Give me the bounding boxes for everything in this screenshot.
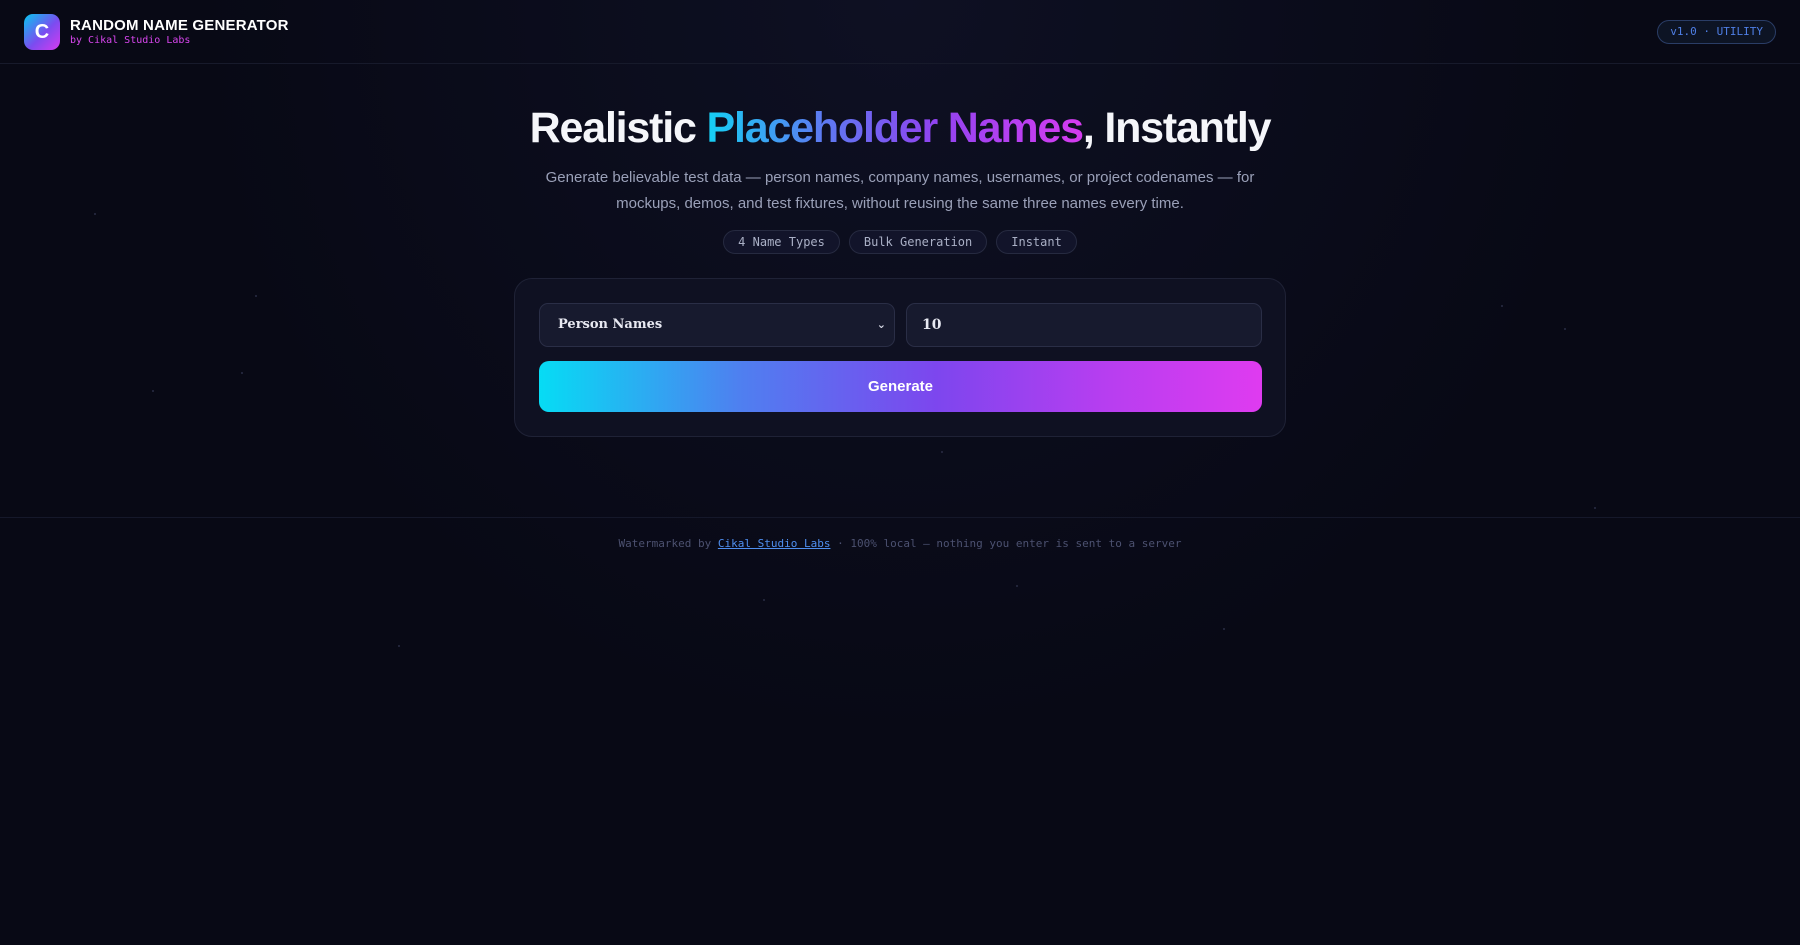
background-star	[398, 645, 400, 647]
chevron-down-icon: ⌄	[876, 318, 886, 331]
background-star	[241, 372, 243, 374]
background-star	[1016, 585, 1018, 587]
tag-instant: Instant	[996, 230, 1077, 254]
generator-card: Person Names ⌄ 10 Generate	[514, 278, 1286, 437]
footer-prefix: Watermarked by	[618, 537, 718, 550]
background-star	[763, 599, 765, 601]
top-header: C RANDOM NAME GENERATOR by Cikal Studio …	[0, 0, 1800, 64]
footer-divider	[0, 517, 1800, 518]
hero-title-highlight: Placeholder Names	[706, 104, 1084, 152]
app-logo: C	[24, 14, 60, 50]
background-star	[1501, 305, 1503, 307]
name-type-select-value: Person Names	[558, 317, 663, 332]
footer-suffix: · 100% local — nothing you enter is sent…	[830, 537, 1182, 550]
background-star	[1594, 507, 1596, 509]
footer: Watermarked by Cikal Studio Labs · 100% …	[0, 537, 1800, 550]
background-star	[1564, 328, 1566, 330]
name-type-select[interactable]: Person Names ⌄	[539, 303, 895, 347]
background-star	[94, 213, 96, 215]
version-badge: v1.0 · UTILITY	[1657, 20, 1776, 44]
hero-title: Realistic Placeholder Names, Instantly	[0, 104, 1800, 153]
hero-title-part1: Realistic	[529, 104, 707, 152]
app-subtitle: by Cikal Studio Labs	[70, 35, 191, 46]
page: C RANDOM NAME GENERATOR by Cikal Studio …	[0, 0, 1800, 945]
tag-name-types: 4 Name Types	[723, 230, 840, 254]
generate-button-label: Generate	[867, 378, 934, 395]
generate-button[interactable]: Generate	[539, 361, 1262, 412]
background-star	[152, 390, 154, 392]
count-input-value: 10	[922, 317, 942, 333]
background-star	[941, 451, 943, 453]
app-title: RANDOM NAME GENERATOR	[70, 17, 289, 34]
background-star	[255, 295, 257, 297]
feature-tags: 4 Name Types Bulk Generation Instant	[0, 230, 1800, 254]
count-input[interactable]: 10	[906, 303, 1262, 347]
background-star	[1223, 628, 1225, 630]
hero-title-part2: , Instantly	[1082, 104, 1272, 152]
tag-bulk-generation: Bulk Generation	[848, 230, 988, 254]
footer-link[interactable]: Cikal Studio Labs	[718, 537, 831, 550]
hero-description: Generate believable test data — person n…	[545, 169, 1255, 212]
logo-letter: C	[34, 20, 50, 43]
